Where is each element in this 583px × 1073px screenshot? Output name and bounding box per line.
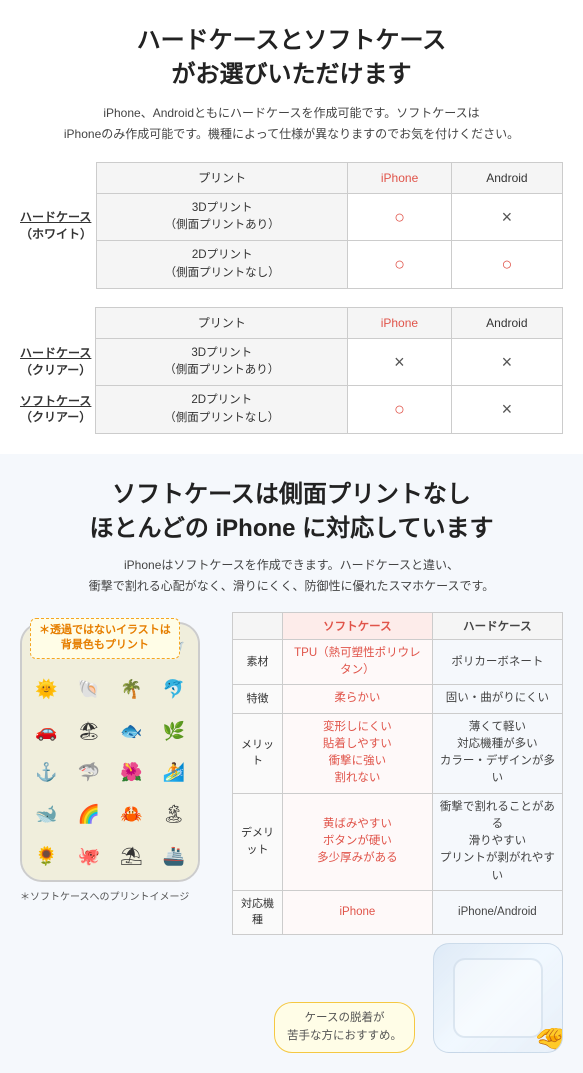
comp-header-hard: ハードケース	[432, 612, 562, 639]
sticker-item: 🌈	[69, 795, 110, 835]
table-row: メリット 変形しにくい 貼着しやすい 衝撃に強い 割れない 薄くて軽い 対応機種…	[233, 713, 563, 793]
sticker-item: 🌞	[26, 670, 67, 710]
table1-header-android: Android	[451, 162, 562, 193]
sticker-item: 🚗	[26, 711, 67, 751]
table1-row2-iphone: ○	[348, 241, 452, 289]
sticker-item: 🌴	[111, 670, 152, 710]
comp-row3-hard: 薄くて軽い 対応機種が多い カラー・デザインが多い	[432, 713, 562, 793]
section1-title: ハードケースとソフトケース がお選びいただけます	[20, 24, 563, 91]
table-row: 素材 TPU（熱可塑性ポリウレタン） ポリカーボネート	[233, 639, 563, 685]
table1-row2-print: 2Dプリント （側面プリントなし）	[97, 241, 348, 289]
table2-row2-iphone: ○	[348, 386, 452, 434]
table2-label1: ハードケース （クリアー）	[20, 345, 91, 379]
table2-header-android: Android	[451, 307, 562, 338]
table1-label-line2: （ホワイト）	[20, 225, 92, 242]
comp-row2-header: 特徴	[233, 685, 283, 713]
sticker-item: 🦀	[111, 795, 152, 835]
table-row: 対応機種 iPhone iPhone/Android	[233, 890, 563, 934]
sticker-item: ⛱	[111, 836, 152, 876]
table-row: 2Dプリント （側面プリントなし） ○ ×	[96, 386, 563, 434]
table-row: 2Dプリント （側面プリントなし） ○ ○	[97, 241, 563, 289]
sticker-item: 🐙	[69, 836, 110, 876]
comp-row5-soft: iPhone	[283, 890, 433, 934]
sticker-item: 🌿	[154, 711, 195, 751]
table1-left-label: ハードケース （ホワイト）	[20, 162, 96, 289]
comp-row5-header: 対応機種	[233, 890, 283, 934]
comp-row1-hard: ポリカーボネート	[432, 639, 562, 685]
sticker-item: 🏄	[154, 753, 195, 793]
sticker-item: 🐋	[26, 795, 67, 835]
table2-row2-android: ×	[451, 386, 562, 434]
table2: プリント iPhone Android 3Dプリント （側面プリントあり） × …	[95, 307, 563, 434]
sticker-item: 🚢	[154, 836, 195, 876]
section1: ハードケースとソフトケース がお選びいただけます iPhone、Androidと…	[0, 0, 583, 454]
clear-case-image: 🤏	[433, 943, 563, 1053]
table1-row1-android: ×	[451, 193, 562, 241]
section2-desc: iPhoneはソフトケースを作成できます。ハードケースと違い、 衝撃で割れる心配…	[20, 555, 563, 596]
bottom-right: ケースの脱着が 苦手な方におすすめ。 🤏	[274, 943, 563, 1053]
table2-wrap: ハードケース （クリアー） ソフトケース （クリアー） プリント iPhone …	[20, 307, 563, 434]
section2-title: ソフトケースは側面プリントなし ほとんどの iPhone に対応しています	[20, 478, 563, 545]
table-row: 3Dプリント （側面プリントあり） ○ ×	[97, 193, 563, 241]
sticker-grid: 🌊 🐠 ⛵ 🦭 🌞 🐚 🌴 🐬 🚗 🏖 🐟 🌿 ⚓ 🦈	[22, 624, 198, 880]
sticker-item: 🏖	[69, 711, 110, 751]
comp-row4-hard: 衝撃で割れることがある 滑りやすい プリントが剥がれやすい	[432, 793, 562, 890]
table2-header-iphone: iPhone	[348, 307, 452, 338]
section2-body: ＊透過ではないイラストは 背景色もプリント 🌊 🐠 ⛵ 🦭 🌞 🐚 🌴 🐬 🚗	[20, 612, 563, 935]
phone-footnote: ＊ソフトケースへのプリントイメージ	[20, 888, 220, 903]
sticker-item: 🐟	[111, 711, 152, 751]
comp-header-soft: ソフトケース	[283, 612, 433, 639]
table1-row1-iphone: ○	[348, 193, 452, 241]
comp-row5-hard: iPhone/Android	[432, 890, 562, 934]
clear-case-inner	[453, 958, 543, 1038]
comp-table-element: ソフトケース ハードケース 素材 TPU（熱可塑性ポリウレタン） ポリカーボネー…	[232, 612, 563, 935]
table2-row1-iphone: ×	[348, 338, 452, 386]
sticker-background: 🌊 🐠 ⛵ 🦭 🌞 🐚 🌴 🐬 🚗 🏖 🐟 🌿 ⚓ 🦈	[22, 624, 198, 880]
section1-desc: iPhone、Androidともにハードケースを作成可能です。ソフトケースは i…	[20, 103, 563, 144]
sticker-item: 🌻	[26, 836, 67, 876]
comp-row4-soft: 黄ばみやすい ボタンが硬い 多少厚みがある	[283, 793, 433, 890]
sticker-item: 🦈	[69, 753, 110, 793]
sticker-item: 🐚	[69, 670, 110, 710]
table2-row1-android: ×	[451, 338, 562, 386]
phone-label-tag: ＊透過ではないイラストは 背景色もプリント	[30, 618, 180, 659]
comparison-table: ソフトケース ハードケース 素材 TPU（熱可塑性ポリウレタン） ポリカーボネー…	[232, 612, 563, 935]
table1-wrap: ハードケース （ホワイト） プリント iPhone Android 3Dプリント…	[20, 162, 563, 289]
sticker-item: ⚓	[26, 753, 67, 793]
sticker-item: 🐬	[154, 670, 195, 710]
table1-row2-android: ○	[451, 241, 562, 289]
table1-label-line1: ハードケース	[20, 208, 92, 225]
table2-row2-print: 2Dプリント （側面プリントなし）	[96, 386, 348, 434]
comp-row2-soft: 柔らかい	[283, 685, 433, 713]
table2-header-print: プリント	[96, 307, 348, 338]
case-note-bubble: ケースの脱着が 苦手な方におすすめ。	[274, 1002, 415, 1053]
sticker-item: 🏝	[154, 795, 195, 835]
comp-row3-header: メリット	[233, 713, 283, 793]
comp-header-empty	[233, 612, 283, 639]
phone-image: 🌊 🐠 ⛵ 🦭 🌞 🐚 🌴 🐬 🚗 🏖 🐟 🌿 ⚓ 🦈	[20, 622, 200, 882]
table1-header-print: プリント	[97, 162, 348, 193]
section2: ソフトケースは側面プリントなし ほとんどの iPhone に対応しています iP…	[0, 454, 583, 1073]
comp-row2-hard: 固い・曲がりにくい	[432, 685, 562, 713]
table2-label2: ソフトケース （クリアー）	[20, 393, 91, 427]
comp-row1-soft: TPU（熱可塑性ポリウレタン）	[283, 639, 433, 685]
table2-row1-print: 3Dプリント （側面プリントあり）	[96, 338, 348, 386]
table1: プリント iPhone Android 3Dプリント （側面プリントあり） ○ …	[96, 162, 563, 289]
table1-row1-print: 3Dプリント （側面プリントあり）	[97, 193, 348, 241]
table-row: デメリット 黄ばみやすい ボタンが硬い 多少厚みがある 衝撃で割れることがある …	[233, 793, 563, 890]
comp-row1-header: 素材	[233, 639, 283, 685]
table-row: 特徴 柔らかい 固い・曲がりにくい	[233, 685, 563, 713]
comp-row4-header: デメリット	[233, 793, 283, 890]
bottom-row: ケースの脱着が 苦手な方におすすめ。 🤏	[20, 943, 563, 1053]
sticker-item: 🌺	[111, 753, 152, 793]
phone-image-wrap: ＊透過ではないイラストは 背景色もプリント 🌊 🐠 ⛵ 🦭 🌞 🐚 🌴 🐬 🚗	[20, 612, 220, 935]
comp-row3-soft: 変形しにくい 貼着しやすい 衝撃に強い 割れない	[283, 713, 433, 793]
table1-header-iphone: iPhone	[348, 162, 452, 193]
table-row: 3Dプリント （側面プリントあり） × ×	[96, 338, 563, 386]
table2-left-labels: ハードケース （クリアー） ソフトケース （クリアー）	[20, 307, 95, 434]
